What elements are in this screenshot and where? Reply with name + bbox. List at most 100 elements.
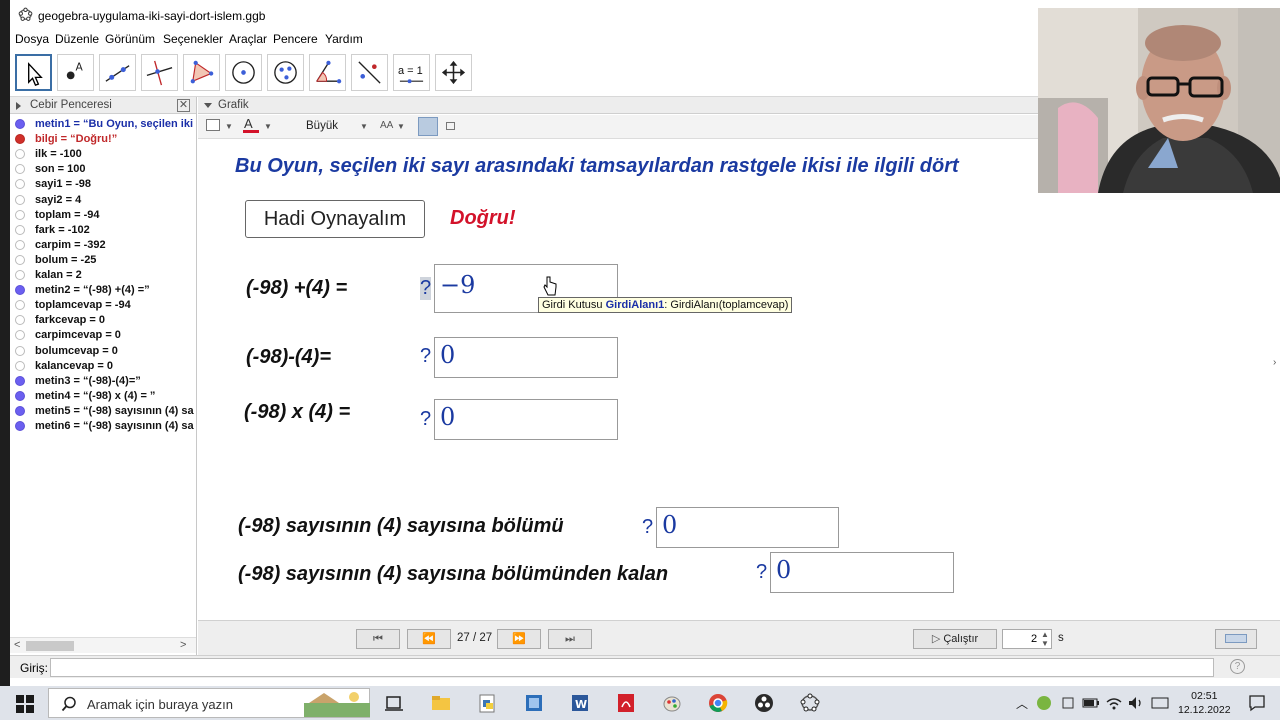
visibility-toggle-icon[interactable]: [15, 134, 25, 145]
file-explorer-icon[interactable]: [430, 692, 452, 714]
close-icon[interactable]: ✕: [177, 99, 190, 112]
text-size-select[interactable]: Büyük: [306, 120, 338, 132]
taskbar-search-box[interactable]: Aramak için buraya yazın: [48, 688, 370, 718]
algebra-item[interactable]: metin3 = “(-98)-(4)=”: [10, 374, 196, 389]
algebra-item[interactable]: metin1 = “Bu Oyun, seçilen iki: [10, 117, 196, 132]
last-step-button[interactable]: ⏭: [548, 629, 592, 649]
menu-araclar[interactable]: Araçlar: [229, 32, 267, 46]
help-icon[interactable]: ?: [1230, 659, 1245, 674]
visibility-toggle-icon[interactable]: [15, 345, 25, 356]
pdf-reader-icon[interactable]: [615, 692, 637, 714]
polygon-tool-button[interactable]: [183, 54, 220, 91]
collapse-arrow-icon[interactable]: [16, 102, 21, 110]
algebra-scrollbar[interactable]: < >: [10, 637, 196, 653]
collapse-arrow-icon[interactable]: [204, 103, 212, 108]
visibility-toggle-icon[interactable]: [15, 239, 25, 250]
algebra-item[interactable]: carpim = -392: [10, 238, 196, 253]
visibility-toggle-icon[interactable]: [15, 194, 25, 205]
prev-step-button[interactable]: ⏪: [407, 629, 451, 649]
visibility-toggle-icon[interactable]: [15, 179, 25, 190]
lock-icon[interactable]: [446, 122, 455, 130]
visibility-toggle-icon[interactable]: [15, 360, 25, 371]
visibility-toggle-icon[interactable]: [15, 390, 25, 401]
algebra-item[interactable]: son = 100: [10, 162, 196, 177]
first-step-button[interactable]: ⏮: [356, 629, 400, 649]
chevron-down-icon[interactable]: ▼: [264, 122, 272, 131]
chrome-icon[interactable]: [707, 692, 729, 714]
move-tool-button[interactable]: [15, 54, 52, 91]
play-button[interactable]: Hadi Oynayalım: [245, 200, 425, 238]
visibility-toggle-icon[interactable]: [15, 405, 25, 416]
algebra-item[interactable]: kalancevap = 0: [10, 359, 196, 374]
next-step-button[interactable]: ⏩: [497, 629, 541, 649]
menu-pencere[interactable]: Pencere: [273, 32, 318, 46]
code-editor-icon[interactable]: [523, 692, 545, 714]
geogebra-taskbar-icon[interactable]: [799, 692, 821, 714]
visibility-toggle-icon[interactable]: [15, 254, 25, 265]
scroll-right-icon[interactable]: >: [180, 639, 186, 651]
visibility-toggle-icon[interactable]: [15, 421, 25, 431]
scroll-thumb[interactable]: [26, 641, 74, 651]
algebra-item[interactable]: toplam = -94: [10, 208, 196, 223]
algebra-item[interactable]: ilk = -100: [10, 147, 196, 162]
word-icon[interactable]: W: [569, 692, 591, 714]
move-view-tool-button[interactable]: [435, 54, 472, 91]
text-color-icon[interactable]: A: [244, 116, 253, 131]
visibility-toggle-icon[interactable]: [15, 285, 25, 296]
menu-yardim[interactable]: Yardım: [325, 32, 363, 46]
windows-start-icon[interactable]: [16, 695, 34, 713]
circle-tool-button[interactable]: [225, 54, 262, 91]
visibility-toggle-icon[interactable]: [15, 375, 25, 386]
command-input[interactable]: [50, 658, 1214, 677]
chevron-down-icon[interactable]: ▼: [225, 122, 233, 131]
algebra-item[interactable]: farkcevap = 0: [10, 313, 196, 328]
visibility-toggle-icon[interactable]: [15, 330, 25, 341]
algebra-item[interactable]: metin6 = “(-98) sayısının (4) sa: [10, 419, 196, 434]
algebra-item[interactable]: metin4 = “(-98) x (4) = ”: [10, 389, 196, 404]
python-icon[interactable]: [476, 692, 498, 714]
battery-icon[interactable]: [1082, 696, 1100, 710]
menu-secenekler[interactable]: Seçenekler: [163, 32, 223, 46]
expand-side-icon[interactable]: ›: [1273, 357, 1276, 368]
notification-icon[interactable]: [1248, 694, 1266, 712]
slider-tool-button[interactable]: a = 1: [393, 54, 430, 91]
quotient-answer-input[interactable]: 0: [656, 507, 839, 548]
algebra-item[interactable]: kalan = 2: [10, 268, 196, 283]
algebra-item[interactable]: sayi2 = 4: [10, 193, 196, 208]
algebra-item[interactable]: bilgi = “Doğru!”: [10, 132, 196, 147]
algebra-item[interactable]: toplamcevap = -94: [10, 298, 196, 313]
perpendicular-tool-button[interactable]: [141, 54, 178, 91]
toggle-keyboard-button[interactable]: [1215, 629, 1257, 649]
fill-style-icon[interactable]: [206, 119, 220, 131]
volume-icon[interactable]: [1127, 695, 1145, 711]
keyboard-language-icon[interactable]: [1151, 695, 1169, 711]
tray-chevron-up-icon[interactable]: ︿: [1016, 695, 1028, 712]
obs-icon[interactable]: [753, 692, 775, 714]
line-tool-button[interactable]: [99, 54, 136, 91]
angle-tool-button[interactable]: [309, 54, 346, 91]
visibility-toggle-icon[interactable]: [15, 149, 25, 160]
paint-icon[interactable]: [661, 692, 683, 714]
visibility-toggle-icon[interactable]: [15, 300, 25, 311]
system-clock[interactable]: 02:51 12.12.2022: [1178, 689, 1231, 717]
task-view-icon[interactable]: [383, 692, 405, 714]
algebra-item[interactable]: bolum = -25: [10, 253, 196, 268]
point-tool-button[interactable]: A: [57, 54, 94, 91]
algebra-item[interactable]: metin5 = “(-98) sayısının (4) sa: [10, 404, 196, 419]
pin-icon[interactable]: [418, 117, 438, 136]
tray-app-icon[interactable]: [1036, 695, 1052, 711]
algebra-item[interactable]: carpimcevap = 0: [10, 328, 196, 343]
diff-answer-input[interactable]: 0: [434, 337, 618, 378]
wifi-icon[interactable]: [1105, 695, 1123, 711]
scroll-left-icon[interactable]: <: [14, 639, 20, 651]
menu-gorunum[interactable]: Görünüm: [105, 32, 155, 46]
reflect-tool-button[interactable]: [351, 54, 388, 91]
menu-duzenle[interactable]: Düzenle: [55, 32, 99, 46]
algebra-item[interactable]: fark = -102: [10, 223, 196, 238]
visibility-toggle-icon[interactable]: [15, 119, 25, 129]
chevron-down-icon[interactable]: ▼: [397, 122, 405, 131]
spinner-arrows-icon[interactable]: ▲ ▼: [1041, 630, 1049, 648]
algebra-item[interactable]: bolumcevap = 0: [10, 344, 196, 359]
remainder-answer-input[interactable]: 0: [770, 552, 954, 593]
run-button[interactable]: ▷ Çalıştır: [913, 629, 997, 649]
